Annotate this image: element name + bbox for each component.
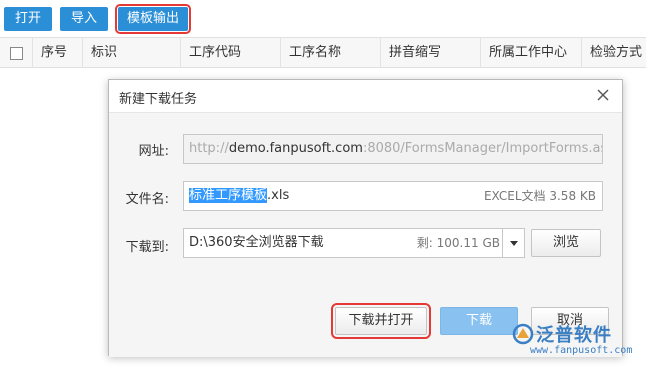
table-header: 序号 标识 工序代码 工序名称 拼音缩写 所属工作中心 检验方式 bbox=[0, 38, 646, 68]
url-host: demo.fanpusoft.com bbox=[228, 141, 363, 156]
import-button[interactable]: 导入 bbox=[60, 7, 108, 31]
url-rest: :8080/FormsManager/ImportForms.aspx?Fo bbox=[362, 141, 602, 156]
open-button[interactable]: 打开 bbox=[4, 7, 52, 31]
brand-name: 泛普软件 bbox=[536, 325, 612, 346]
dialog-title: 新建下载任务 bbox=[119, 92, 198, 107]
dialog-titlebar: 新建下载任务 bbox=[109, 80, 622, 112]
url-label: 网址: bbox=[138, 144, 169, 159]
path-dropdown-button[interactable] bbox=[502, 228, 525, 258]
toolbar: 打开 导入 模板输出 bbox=[0, 0, 646, 38]
template-export-button[interactable]: 模板输出 bbox=[115, 4, 191, 34]
brand-site: www.fanpusoft.com bbox=[530, 345, 633, 356]
filename-selected-text: 标准工序模板 bbox=[189, 188, 268, 203]
download-to-label: 下载到: bbox=[125, 240, 169, 255]
brand-logo-icon bbox=[512, 323, 534, 345]
free-space: 剩: 100.11 GB bbox=[416, 236, 500, 250]
brand-watermark: 泛普软件 www.fanpusoft.com bbox=[510, 321, 640, 361]
column-header-process-name[interactable]: 工序名称 bbox=[280, 38, 380, 68]
select-all-checkbox[interactable] bbox=[10, 47, 23, 60]
filename-input[interactable]: 标准工序模板.xls EXCEL文档 3.58 KB bbox=[183, 181, 603, 211]
download-dialog: 新建下载任务 网址: http://demo.fanpusoft.com:808… bbox=[108, 79, 623, 357]
download-and-open-button[interactable]: 下载并打开 bbox=[331, 303, 431, 339]
url-prefix: http:// bbox=[189, 141, 229, 156]
column-header-inspection[interactable]: 检验方式 bbox=[581, 38, 646, 68]
column-header-pinyin[interactable]: 拼音缩写 bbox=[380, 38, 480, 68]
download-path: D:\360安全浏览器下载 bbox=[189, 235, 324, 250]
file-type-size: EXCEL文档 3.58 KB bbox=[483, 189, 596, 203]
column-header-process-code[interactable]: 工序代码 bbox=[180, 38, 280, 68]
filename-extension: .xls bbox=[267, 188, 290, 203]
column-header-work-center[interactable]: 所属工作中心 bbox=[480, 38, 581, 68]
close-icon[interactable] bbox=[596, 88, 610, 102]
browse-button[interactable]: 浏览 bbox=[531, 229, 601, 257]
download-path-field[interactable]: D:\360安全浏览器下载 剩: 100.11 GB bbox=[183, 228, 507, 258]
download-button[interactable]: 下载 bbox=[440, 307, 518, 335]
filename-label: 文件名: bbox=[125, 192, 169, 207]
column-header-flag[interactable]: 标识 bbox=[82, 38, 180, 68]
column-header-index[interactable]: 序号 bbox=[32, 38, 82, 68]
url-field: http://demo.fanpusoft.com:8080/FormsMana… bbox=[183, 134, 603, 164]
